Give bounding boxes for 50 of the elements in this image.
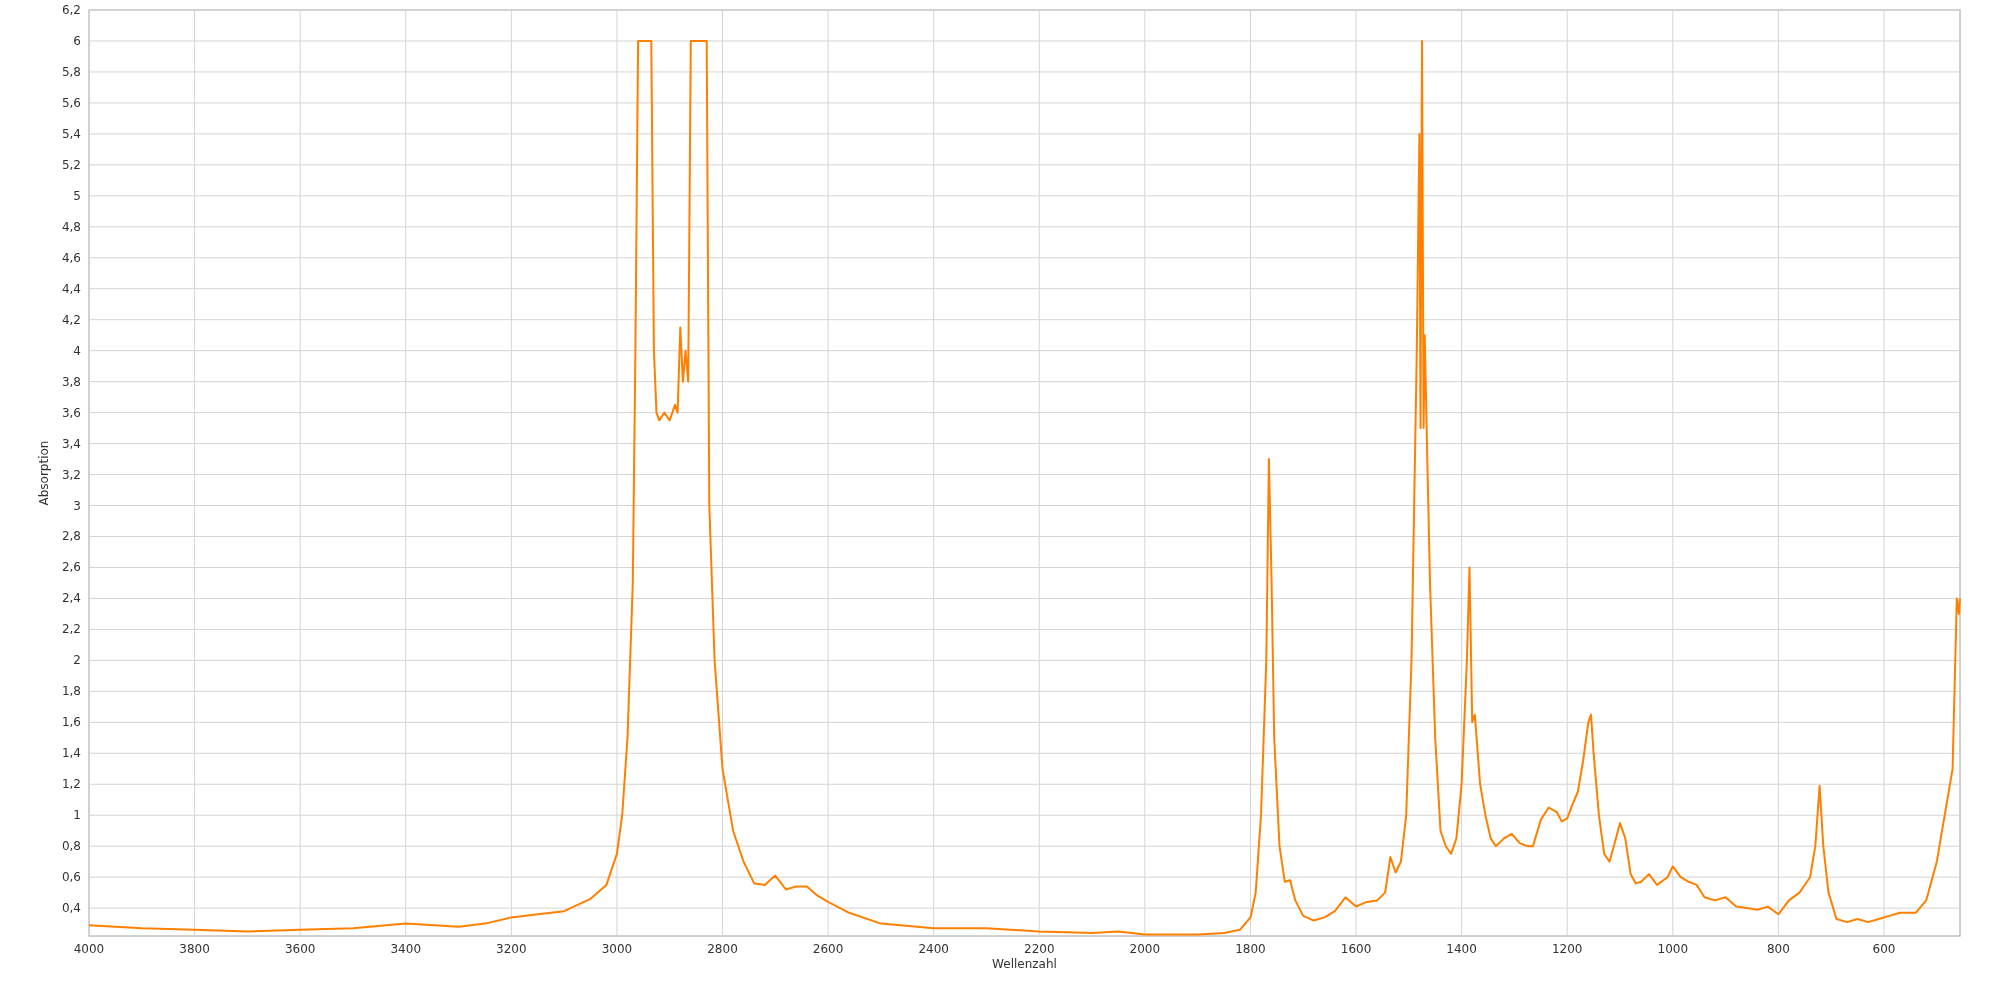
y-tick-label: 3,4: [61, 436, 81, 451]
y-tick-label: 3,2: [61, 467, 81, 482]
y-tick-label: 4,2: [61, 312, 81, 327]
x-tick-label: 2000: [1129, 942, 1161, 956]
x-tick-label: 3800: [179, 942, 210, 956]
y-tick-label: 5: [73, 188, 81, 203]
x-tick-label: 2800: [707, 942, 738, 956]
x-tick-label: 3200: [496, 942, 527, 956]
x-tick-label: 3000: [601, 942, 633, 956]
y-tick-label: 1,8: [61, 684, 81, 699]
x-tick-label: 1400: [1446, 942, 1477, 956]
y-tick-label: 5,4: [61, 126, 81, 141]
x-tick-label: 1000: [1657, 942, 1689, 956]
y-tick-label: 6: [73, 33, 81, 48]
y-tick-label: 1: [73, 808, 81, 823]
x-tick-label: 2600: [812, 942, 844, 956]
y-tick-label: 3: [73, 498, 81, 513]
y-tick-label: 2,6: [61, 560, 81, 575]
y-tick-label: 2,8: [61, 529, 81, 544]
y-tick-label: 0,6: [61, 870, 81, 885]
y-axis-title: Absorption: [37, 440, 51, 506]
y-tick-label: 5,6: [61, 95, 81, 110]
y-tick-label: 4,6: [61, 250, 81, 265]
y-tick-label: 2: [73, 653, 81, 668]
x-tick-label: 1800: [1235, 942, 1266, 956]
x-tick-label: 3600: [284, 942, 316, 956]
y-tick-label: 4,4: [61, 281, 81, 296]
y-tick-label: 3,6: [61, 405, 81, 420]
y-tick-label: 1,2: [61, 777, 81, 792]
y-tick-label: 4,8: [61, 219, 81, 234]
x-tick-label: 3400: [390, 942, 422, 956]
x-tick-label: 1600: [1340, 942, 1372, 956]
y-tick-label: 6,2: [61, 3, 81, 17]
x-tick-label: 1200: [1551, 942, 1583, 956]
y-tick-label: 0,8: [61, 839, 81, 854]
x-axis-title: Wellenzahl: [992, 957, 1057, 971]
y-tick-label: 2,4: [61, 591, 81, 606]
y-tick-label: 2,2: [61, 622, 81, 637]
y-tick-label: 5,8: [61, 64, 81, 79]
y-tick-label: 3,8: [61, 374, 81, 389]
x-tick-label: 2400: [918, 942, 949, 956]
y-tick-label: 0,4: [61, 901, 81, 916]
y-tick-label: 1,6: [61, 715, 81, 730]
x-tick-label: 4000: [73, 942, 105, 956]
x-tick-label: 600: [1872, 942, 1896, 956]
y-tick-label: 5,2: [61, 157, 81, 172]
x-tick-label: 800: [1766, 942, 1790, 956]
y-tick-label: 4: [73, 343, 81, 358]
y-tick-label: 1,4: [61, 746, 81, 761]
x-tick-label: 2200: [1024, 942, 1055, 956]
